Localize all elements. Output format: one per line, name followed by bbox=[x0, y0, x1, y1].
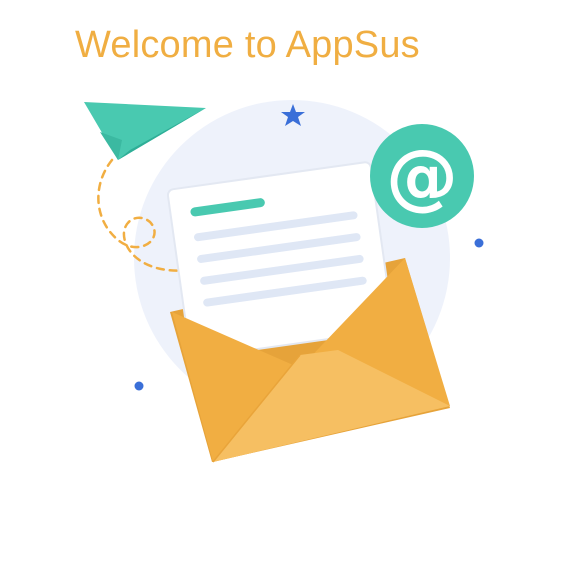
mail-illustration: @ bbox=[84, 100, 484, 463]
decor-dot-left bbox=[134, 381, 144, 391]
at-sign-icon: @ bbox=[370, 124, 474, 228]
decor-dot-right bbox=[474, 238, 484, 248]
at-symbol: @ bbox=[386, 134, 458, 218]
